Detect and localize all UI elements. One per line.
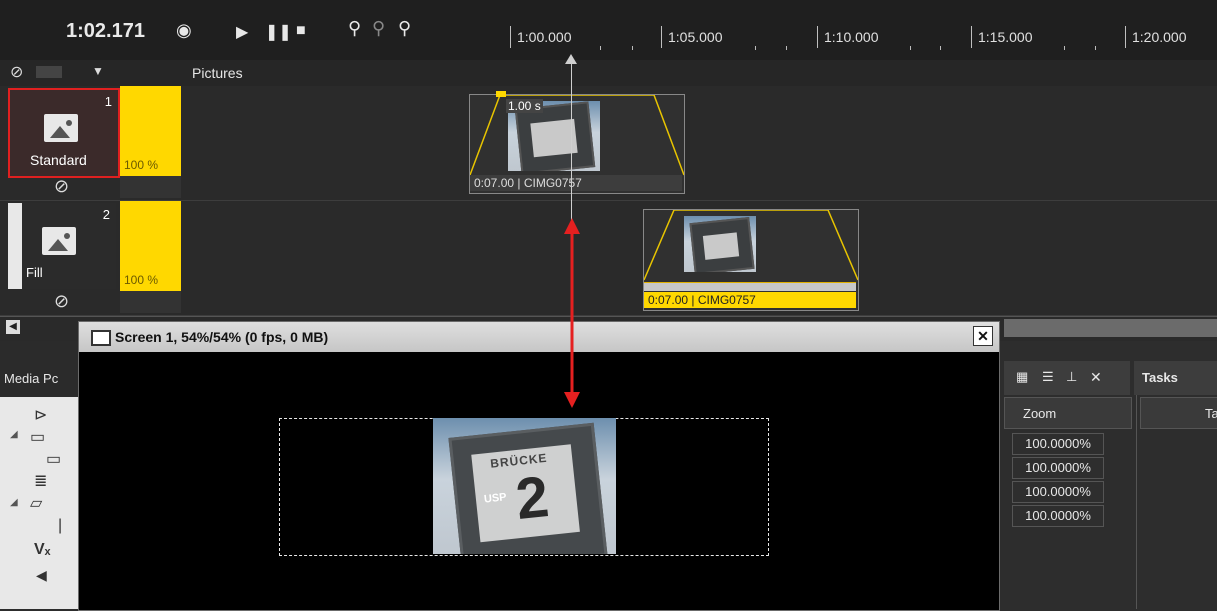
right-panels: ▦ ☰ ⊥ ✕ Tasks Zoom Ta 100.0000% 100.0000… xyxy=(1000,341,1217,609)
audio-icon[interactable]: | xyxy=(58,517,62,535)
track-1[interactable]: 1 Standard 100 % ⊘ 1.00 s 0:07.00 | CIMG… xyxy=(0,86,1217,201)
folder-icon[interactable]: ▱ xyxy=(30,493,42,513)
tasks-column-header[interactable]: Ta xyxy=(1140,397,1217,429)
track-number: 2 xyxy=(102,207,110,222)
zoom-panel-header: ▦ ☰ ⊥ ✕ xyxy=(1004,361,1130,395)
clip-thumbnail xyxy=(684,216,756,272)
volume-line[interactable] xyxy=(644,282,856,291)
tasks-panel-header: Tasks xyxy=(1134,361,1217,395)
screen-preview-window[interactable]: Screen 1, 54%/54% (0 fps, 0 MB) ✕ BRÜCKE… xyxy=(78,321,1000,611)
opacity-bar[interactable]: 100 % xyxy=(120,201,181,291)
sign-frame: BRÜCKE 2 USP xyxy=(448,422,608,554)
opacity-value: 100 % xyxy=(124,158,159,172)
zoom-column-header[interactable]: Zoom xyxy=(1004,397,1132,429)
pause-icon[interactable]: ❚❚ xyxy=(265,22,292,42)
play-icon[interactable]: ▶ xyxy=(236,22,248,42)
zoom-value-cell[interactable]: 100.0000% xyxy=(1012,481,1104,503)
track-2-thumbnail[interactable]: 2 Fill xyxy=(8,203,116,289)
pattern-icon[interactable] xyxy=(36,66,62,78)
grid-view-icon[interactable]: ▦ xyxy=(1016,369,1028,385)
stop-icon[interactable]: ■ xyxy=(296,22,306,40)
eye-icon[interactable]: ◉ xyxy=(176,20,192,41)
video-effects-icon[interactable]: Vₓ xyxy=(34,541,51,559)
ruler-tick-label: 1:00.000 xyxy=(510,26,572,48)
monitor-icon[interactable]: ▭ xyxy=(46,449,61,469)
sign-panel: BRÜCKE 2 USP xyxy=(471,444,580,543)
ruler-tick-label: 1:20.000 xyxy=(1125,26,1187,48)
duration-badge: 1.00 s xyxy=(506,99,543,113)
close-button[interactable]: ✕ xyxy=(973,326,993,346)
track-2[interactable]: 2 Fill 100 % ⊘ 0:07.00 | CIMG0757 xyxy=(0,201,1217,316)
clip-label: 0:07.00 | CIMG0757 xyxy=(470,175,682,191)
transition-icon[interactable]: ⊳ xyxy=(34,405,47,425)
disable-icon[interactable]: ⊘ xyxy=(54,291,69,312)
sign-number: 2 xyxy=(512,464,552,533)
track-number: 1 xyxy=(104,94,112,109)
opacity-value: 100 % xyxy=(124,273,159,287)
timeline-clip-selected[interactable]: 0:07.00 | CIMG0757 xyxy=(643,209,859,311)
pin-icon[interactable]: ⊥ xyxy=(1066,369,1077,385)
media-pool-panel: Media Pc ⊳ ◢ ▭ ▭ ≣ ◢ ▱ | Vₓ ◀ xyxy=(0,341,79,609)
image-icon xyxy=(44,114,78,142)
list-view-icon[interactable]: ☰ xyxy=(1042,369,1054,385)
zoom-header-label: Zoom xyxy=(1023,406,1057,421)
image-icon xyxy=(42,227,76,255)
dropdown-arrow-icon[interactable]: ▼ xyxy=(92,64,104,78)
track-mode-label: Standard xyxy=(30,152,87,168)
ruler-tick-label: 1:10.000 xyxy=(817,26,879,48)
track-1-thumbnail[interactable]: 1 Standard xyxy=(8,88,120,178)
mute-icon[interactable]: ⊘ xyxy=(10,62,23,82)
track-mode-label: Fill xyxy=(26,265,43,280)
zoom-value-cell[interactable]: 100.0000% xyxy=(1012,457,1104,479)
ruler-tick-label: 1:05.000 xyxy=(661,26,723,48)
media-pool-title: Media Pc xyxy=(4,371,59,386)
zoom-value-cell[interactable]: 100.0000% xyxy=(1012,505,1104,527)
zoom-fit-icon[interactable]: ⚲ xyxy=(372,18,385,39)
screen-window-titlebar[interactable]: Screen 1, 54%/54% (0 fps, 0 MB) ✕ xyxy=(79,322,999,352)
timeline-clip[interactable]: 1.00 s 0:07.00 | CIMG0757 xyxy=(469,91,685,194)
zoom-value-cell[interactable]: 100.0000% xyxy=(1012,433,1104,455)
clip-label: 0:07.00 | CIMG0757 xyxy=(644,292,856,308)
zoom-in-icon[interactable]: ⚲ xyxy=(348,18,361,39)
window-icon xyxy=(91,330,111,346)
sign-logo: USP xyxy=(483,491,508,506)
list-icon[interactable]: ≣ xyxy=(34,471,47,491)
ruler-tick-label: 1:15.000 xyxy=(971,26,1033,48)
zoom-out-icon[interactable]: ⚲ xyxy=(398,18,411,39)
timecode-display: 1:02.171 xyxy=(66,20,145,42)
tasks-title: Tasks xyxy=(1142,370,1178,385)
track-toolbar: ⊘ ▼ Pictures xyxy=(0,60,1217,87)
screen-window-title: Screen 1, 54%/54% (0 fps, 0 MB) xyxy=(115,329,329,345)
playhead-handle[interactable] xyxy=(565,54,577,64)
preview-image: BRÜCKE 2 USP xyxy=(433,418,616,554)
timeline-ruler[interactable]: 1:02.171 ◉ ▶ ❚❚ ■ ⚲ ⚲ ⚲ 1:00.000 1:05.00… xyxy=(0,0,1217,61)
tasks-header-label: Ta xyxy=(1205,406,1217,421)
screen-icon[interactable]: ▭ xyxy=(30,427,45,447)
scroll-left-icon[interactable]: ◀ xyxy=(6,320,20,334)
opacity-bar[interactable]: 100 % xyxy=(120,86,181,176)
speaker-icon[interactable]: ◀ xyxy=(36,567,47,584)
track-group-title: Pictures xyxy=(192,65,243,81)
disable-icon[interactable]: ⊘ xyxy=(54,176,69,197)
panel-close-icon[interactable]: ✕ xyxy=(1090,369,1102,386)
red-arrow xyxy=(564,218,580,408)
